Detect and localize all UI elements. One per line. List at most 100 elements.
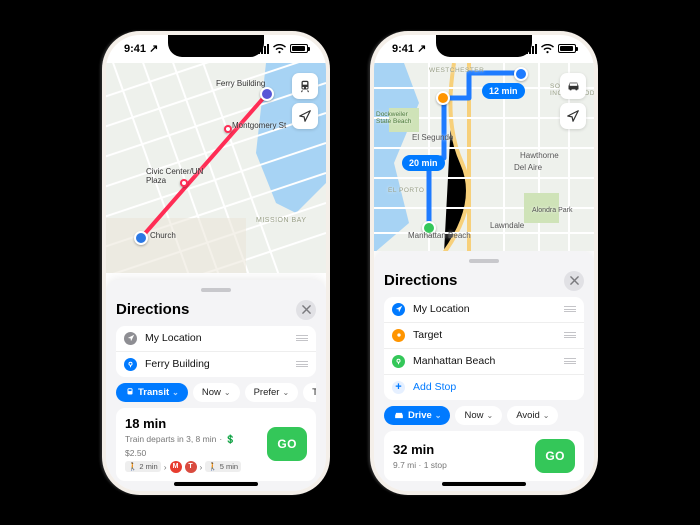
map-mode-drive-button[interactable] — [560, 73, 586, 99]
map-neighborhood: EL PORTO — [388, 187, 424, 194]
status-time: 9:41 ↗ — [392, 42, 426, 55]
notch — [168, 35, 264, 57]
card-title: Directions — [384, 272, 457, 289]
map-neighborhood: MISSION BAY — [256, 217, 307, 224]
stop-row-waypoint[interactable]: Target — [384, 322, 584, 348]
destination-pin-label: Ferry Building — [216, 79, 265, 88]
destination-pin[interactable] — [260, 87, 274, 101]
waypoint-dot-icon — [392, 329, 405, 342]
map-label-civic: Civic Center/UN Plaza — [146, 167, 216, 185]
chevron-down-icon: ⌄ — [172, 388, 179, 397]
walk-segment: 🚶 2 min — [125, 461, 161, 472]
stop-label: Target — [413, 329, 556, 341]
eta: 32 min — [393, 442, 527, 457]
map-city-label: Manhattan Beach — [408, 231, 471, 240]
route-stop-dot — [224, 125, 232, 133]
stop-label: Manhattan Beach — [413, 355, 556, 367]
tram-icon — [125, 387, 135, 397]
map-mode-transit-button[interactable] — [292, 73, 318, 99]
stop-row-origin[interactable]: My Location — [384, 297, 584, 322]
location-arrow-icon — [298, 109, 312, 123]
status-indicators — [526, 44, 576, 54]
go-button[interactable]: GO — [535, 439, 575, 473]
chevron-down-icon: ⌄ — [486, 411, 493, 420]
map-area[interactable]: 12 min 20 min WESTCHESTER SOUTH INGLEWOO… — [374, 63, 594, 251]
card-grabber[interactable] — [201, 288, 231, 292]
result-subtitle: 9.7 mi · 1 stop — [393, 460, 527, 470]
chip-now[interactable]: Now ⌄ — [455, 406, 502, 425]
drag-handle-icon[interactable] — [564, 332, 576, 338]
result-depart-line: Train departs in 3, 8 min · 💲$2.50 — [125, 434, 259, 458]
car-icon — [566, 80, 581, 92]
stop-row-origin[interactable]: My Location — [116, 326, 316, 351]
eta: 18 min — [125, 416, 259, 431]
drag-handle-icon[interactable] — [296, 361, 308, 367]
phone-left: 9:41 ↗ — [102, 31, 330, 495]
map-area[interactable]: Church Ferry Building Montgomery St Civi… — [106, 63, 326, 280]
location-dot-icon — [392, 303, 405, 316]
close-icon — [570, 276, 579, 285]
result-steps-line: 🚶 2 min › M T › 🚶 5 min — [125, 461, 259, 473]
go-button[interactable]: GO — [267, 427, 307, 461]
route-result[interactable]: 32 min 9.7 mi · 1 stop GO — [384, 431, 584, 481]
close-icon — [302, 305, 311, 314]
chip-prefer[interactable]: Prefer ⌄ — [245, 383, 299, 402]
add-stop-label: Add Stop — [413, 381, 576, 393]
car-icon — [393, 411, 405, 420]
tram-icon — [298, 79, 312, 93]
map-city-label: Lawndale — [490, 221, 524, 230]
walk-segment: 🚶 5 min — [205, 461, 241, 472]
battery-icon — [290, 44, 308, 53]
route-time-pill[interactable]: 12 min — [482, 83, 525, 99]
chevron-down-icon: ⌄ — [224, 388, 231, 397]
option-chips: Drive ⌄ Now ⌄ Avoid ⌄ — [384, 406, 584, 425]
waypoint-pin[interactable] — [436, 91, 450, 105]
map-city-label: El Segundo — [412, 133, 453, 142]
stop-label: Ferry Building — [145, 358, 288, 370]
close-button[interactable] — [296, 300, 316, 320]
close-button[interactable] — [564, 271, 584, 291]
route-result[interactable]: 18 min Train departs in 3, 8 min · 💲$2.5… — [116, 408, 316, 481]
origin-pin-label: Church — [150, 231, 176, 240]
card-grabber[interactable] — [469, 259, 499, 263]
chip-now[interactable]: Now ⌄ — [193, 383, 240, 402]
map-label-montgomery: Montgomery St — [232, 121, 286, 130]
map-locate-button[interactable] — [292, 103, 318, 129]
option-chips: Transit ⌄ Now ⌄ Prefer ⌄ Transit — [116, 383, 316, 402]
wifi-icon — [541, 44, 554, 54]
home-indicator[interactable] — [442, 482, 526, 486]
stops-list: My Location Ferry Building — [116, 326, 316, 377]
map-locate-button[interactable] — [560, 103, 586, 129]
origin-pin[interactable] — [514, 67, 528, 81]
chip-avoid[interactable]: Avoid ⌄ — [507, 406, 558, 425]
origin-pin[interactable] — [134, 231, 148, 245]
mode-chip-transit[interactable]: Transit ⌄ — [116, 383, 188, 402]
card-title: Directions — [116, 301, 189, 318]
map-city-label: Del Aire — [514, 163, 542, 172]
drag-handle-icon[interactable] — [564, 358, 576, 364]
transit-line-t-icon: T — [185, 461, 197, 473]
stop-row-destination[interactable]: Manhattan Beach — [384, 348, 584, 374]
map-city-label: Hawthorne — [520, 151, 559, 160]
map-neighborhood: WESTCHESTER — [429, 67, 484, 74]
destination-dot-icon — [392, 355, 405, 368]
stops-list: My Location Target Manhattan Beach + Add… — [384, 297, 584, 400]
drag-handle-icon[interactable] — [564, 306, 576, 312]
mode-chip-drive[interactable]: Drive ⌄ — [384, 406, 450, 425]
status-time: 9:41 ↗ — [124, 42, 158, 55]
stop-label: My Location — [413, 303, 556, 315]
map-poi-label: Dockweiler State Beach — [376, 111, 412, 125]
location-dot-icon — [124, 332, 137, 345]
drag-handle-icon[interactable] — [296, 335, 308, 341]
map-city-label: Alondra Park — [532, 207, 572, 214]
route-time-pill[interactable]: 20 min — [402, 155, 445, 171]
home-indicator[interactable] — [174, 482, 258, 486]
chevron-down-icon: ⌄ — [435, 411, 442, 420]
directions-card: Directions My Location Target — [374, 251, 594, 491]
screen: 9:41 ↗ — [374, 35, 594, 491]
chip-overflow[interactable]: Transit — [303, 383, 316, 402]
stop-row-destination[interactable]: Ferry Building — [116, 351, 316, 377]
add-stop-row[interactable]: + Add Stop — [384, 374, 584, 400]
directions-card: Directions My Location Ferry — [106, 280, 326, 491]
location-arrow-icon — [566, 109, 580, 123]
